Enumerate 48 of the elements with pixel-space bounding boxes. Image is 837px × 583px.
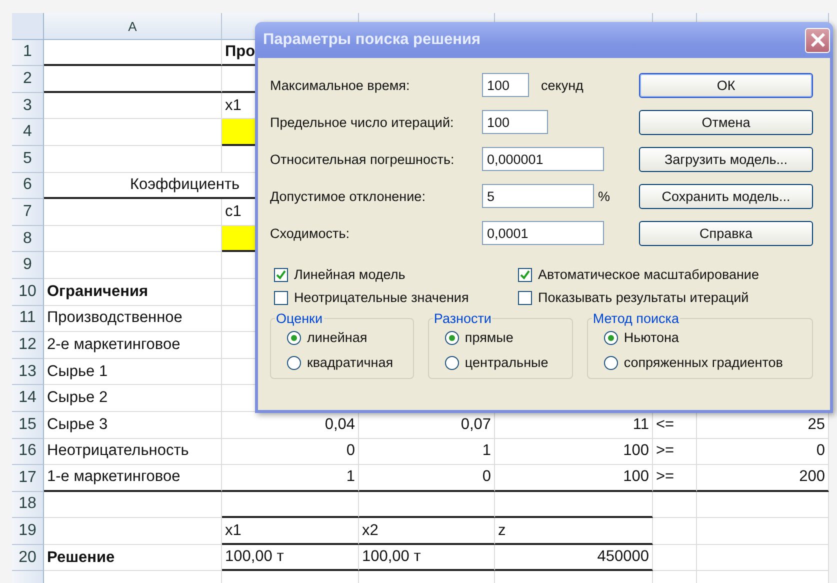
- table-cell: 450000: [495, 544, 653, 572]
- table-cell: Сырье 3: [44, 412, 222, 438]
- table-cell: 200: [697, 465, 829, 492]
- group-title: Разности: [432, 311, 492, 326]
- table-cell: 0,04: [222, 412, 359, 438]
- radio-label: Ньютона: [624, 330, 679, 345]
- table-cell: Производственное: [44, 306, 222, 332]
- checkbox-label: Автоматическое масштабирование: [538, 267, 759, 282]
- table-cell: <=: [653, 412, 697, 438]
- radio-label: центральные: [464, 355, 548, 370]
- checkbox-label: Неотрицательные значения: [294, 290, 469, 305]
- table-cell: 1: [222, 465, 359, 492]
- table-cell: x2: [359, 518, 495, 545]
- radio-label: квадратичная: [307, 355, 394, 370]
- unit-label: %: [598, 188, 610, 204]
- table-cell: Ограничения: [44, 278, 222, 306]
- checkbox-label: Линейная модель: [294, 267, 406, 282]
- table-cell: 0: [359, 465, 495, 492]
- radio-label: прямые: [464, 330, 514, 345]
- table-cell: 1: [359, 438, 495, 466]
- table-cell: >=: [653, 465, 697, 492]
- field-label: Относительная погрешность:: [270, 152, 456, 166]
- table-cell: 0,07: [359, 412, 495, 438]
- table-cell: 0: [697, 438, 829, 466]
- table-cell: 100,00 т: [359, 544, 495, 572]
- radio-label: линейная: [307, 330, 368, 345]
- table-cell: 100: [495, 465, 653, 492]
- table-cell: 100,00 т: [222, 544, 359, 572]
- table-cell: 0: [222, 438, 359, 466]
- table-cell: Сырье 1: [44, 358, 222, 386]
- table-cell: 25: [697, 412, 829, 438]
- table-cell: 1-е маркетинговое: [44, 465, 222, 492]
- table-cell: 2-е маркетинговое: [44, 332, 222, 359]
- table-cell: 100: [495, 438, 653, 466]
- table-cell: >=: [653, 438, 697, 466]
- radio-label: сопряженных градиентов: [624, 355, 783, 370]
- table-cell: z: [495, 518, 653, 545]
- table-cell: Решение: [44, 544, 222, 572]
- table-cell: Неотрицательность: [44, 438, 222, 466]
- table-cell: x1: [222, 518, 359, 545]
- field-label: Сходимость:: [270, 226, 350, 240]
- group-title: Метод поиска: [592, 311, 680, 326]
- field-label: Максимальное время:: [270, 78, 411, 92]
- table-cell: 11: [495, 412, 653, 438]
- unit-label: секунд: [541, 78, 584, 92]
- table-cell: Сырье 2: [44, 385, 222, 412]
- group-title: Оценки: [275, 311, 324, 326]
- checkbox-label: Показывать результаты итераций: [538, 290, 749, 305]
